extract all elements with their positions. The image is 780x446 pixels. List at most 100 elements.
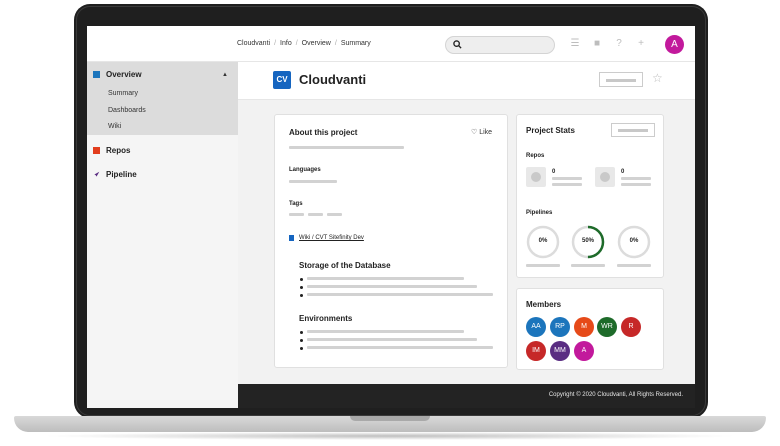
breadcrumb-separator: / [334, 40, 337, 47]
list-item-placeholder [307, 277, 464, 280]
repo-thumbnail [595, 167, 615, 187]
like-button[interactable]: ♡ Like [471, 128, 492, 136]
repo-thumbnail [526, 167, 546, 187]
sidebar-sub-dashboards[interactable]: Dashboards [108, 107, 146, 114]
chevron-up-icon[interactable]: ▲ [222, 72, 228, 78]
bullet [300, 278, 303, 281]
sidebar-overview-section: Overview ▲ Summary Dashboards Wiki [87, 62, 238, 135]
list-icon[interactable]: ☰ [569, 38, 581, 50]
about-card: About this project ♡ Like Languages Tags… [274, 114, 508, 368]
top-bar: Cloudvanti / Info / Overview / Summary ☰ ■ … [87, 26, 695, 62]
bag-icon[interactable]: ■ [591, 38, 603, 50]
pipelines-label: Pipelines [526, 210, 553, 216]
repo-count: 0 [552, 169, 556, 175]
star-icon[interactable]: ☆ [652, 71, 663, 85]
breadcrumb: Cloudvanti / Info / Overview / Summary [237, 40, 371, 47]
header-button[interactable] [599, 72, 643, 87]
search-input[interactable] [445, 36, 555, 54]
button-placeholder [618, 129, 648, 132]
tag-placeholder [308, 213, 323, 216]
page-header: CV Cloudvanti ☆ [238, 62, 695, 100]
wiki-link[interactable]: Wiki / CVT Sitefinity Dev [289, 235, 364, 241]
pipeline-percent: 0% [629, 238, 639, 244]
project-logo: CV [273, 71, 291, 89]
breadcrumb-overview[interactable]: Overview [302, 40, 331, 47]
bullet [300, 331, 303, 334]
repo-avatar [531, 172, 541, 182]
breadcrumb-separator: / [295, 40, 298, 47]
search-icon [453, 40, 462, 49]
member-avatar[interactable]: M [574, 317, 594, 337]
description-placeholder [289, 146, 404, 149]
sidebar-sub-wiki[interactable]: Wiki [108, 123, 121, 130]
member-avatar[interactable]: AA [526, 317, 546, 337]
sidebar-item-label: Pipeline [106, 170, 137, 179]
list-item-placeholder [307, 330, 464, 333]
overview-icon [93, 71, 100, 78]
bullet [300, 339, 303, 342]
sidebar-item-label: Overview [106, 70, 142, 79]
tag-placeholder [327, 213, 342, 216]
sidebar-item-label: Repos [106, 146, 131, 155]
list-item-placeholder [307, 346, 493, 349]
stats-title: Project Stats [526, 126, 575, 135]
repo-count: 0 [621, 169, 625, 175]
footer: Copyright © 2020 Cloudvanti, All Rights … [238, 384, 695, 408]
breadcrumb-cloudvanti[interactable]: Cloudvanti [237, 40, 270, 47]
member-avatar[interactable]: IM [526, 341, 546, 361]
like-label: Like [479, 129, 493, 136]
storage-heading: Storage of the Database [299, 261, 391, 270]
laptop-shadow [40, 432, 740, 440]
sidebar-item-repos[interactable]: Repos [93, 146, 130, 155]
breadcrumb-info[interactable]: Info [280, 40, 292, 47]
pipeline-ring: 0% [617, 225, 651, 259]
list-item-placeholder [307, 285, 477, 288]
copyright-text: Copyright © 2020 Cloudvanti, All Rights … [548, 392, 683, 398]
pipeline-placeholder [617, 264, 651, 267]
rocket-icon [93, 171, 100, 178]
heart-icon: ♡ [471, 129, 478, 136]
add-user-icon[interactable]: + [635, 38, 647, 50]
sidebar: Overview ▲ Summary Dashboards Wiki Repos… [87, 62, 238, 408]
list-item-placeholder [307, 293, 493, 296]
button-placeholder [606, 79, 636, 82]
screen: Cloudvanti / Info / Overview / Summary ☰ ■ … [87, 26, 695, 408]
member-avatar[interactable]: A [574, 341, 594, 361]
repo-placeholder [552, 183, 582, 186]
member-avatar[interactable]: WR [597, 317, 617, 337]
laptop-notch [350, 416, 430, 421]
tags-label: Tags [289, 201, 303, 207]
members-title: Members [526, 300, 562, 309]
repo-avatar [600, 172, 610, 182]
pipeline-percent: 0% [538, 238, 548, 244]
languages-label: Languages [289, 167, 321, 173]
bullet [300, 286, 303, 289]
help-icon[interactable]: ? [613, 38, 625, 50]
user-avatar[interactable]: A [665, 35, 684, 54]
pipeline-percent: 50% [581, 238, 594, 244]
pipeline-placeholder [526, 264, 560, 267]
breadcrumb-separator: / [274, 40, 277, 47]
sidebar-item-pipeline[interactable]: Pipeline [93, 170, 137, 179]
member-avatar[interactable]: MM [550, 341, 570, 361]
breadcrumb-summary[interactable]: Summary [341, 40, 371, 47]
languages-placeholder [289, 180, 337, 183]
pipeline-placeholder [571, 264, 605, 267]
repo-placeholder [621, 177, 651, 180]
wiki-link-label: Wiki / CVT Sitefinity Dev [299, 235, 364, 241]
book-icon [289, 235, 294, 241]
laptop-base [14, 416, 766, 432]
sidebar-item-overview[interactable]: Overview [93, 70, 142, 79]
page-title: Cloudvanti [299, 72, 367, 87]
stats-filter-button[interactable] [611, 123, 655, 137]
pipeline-ring: 0% [526, 225, 560, 259]
members-card: Members AA RP M WR R IM MM A [516, 288, 664, 370]
sidebar-sub-summary[interactable]: Summary [108, 90, 138, 97]
about-title: About this project [289, 128, 358, 137]
member-avatar[interactable]: RP [550, 317, 570, 337]
member-avatar[interactable]: R [621, 317, 641, 337]
bullet [300, 294, 303, 297]
top-icons: ☰ ■ ? + [569, 38, 647, 50]
repo-placeholder [552, 177, 582, 180]
project-stats-card: Project Stats Repos 0 0 Pipelines 0% 50%… [516, 114, 664, 278]
